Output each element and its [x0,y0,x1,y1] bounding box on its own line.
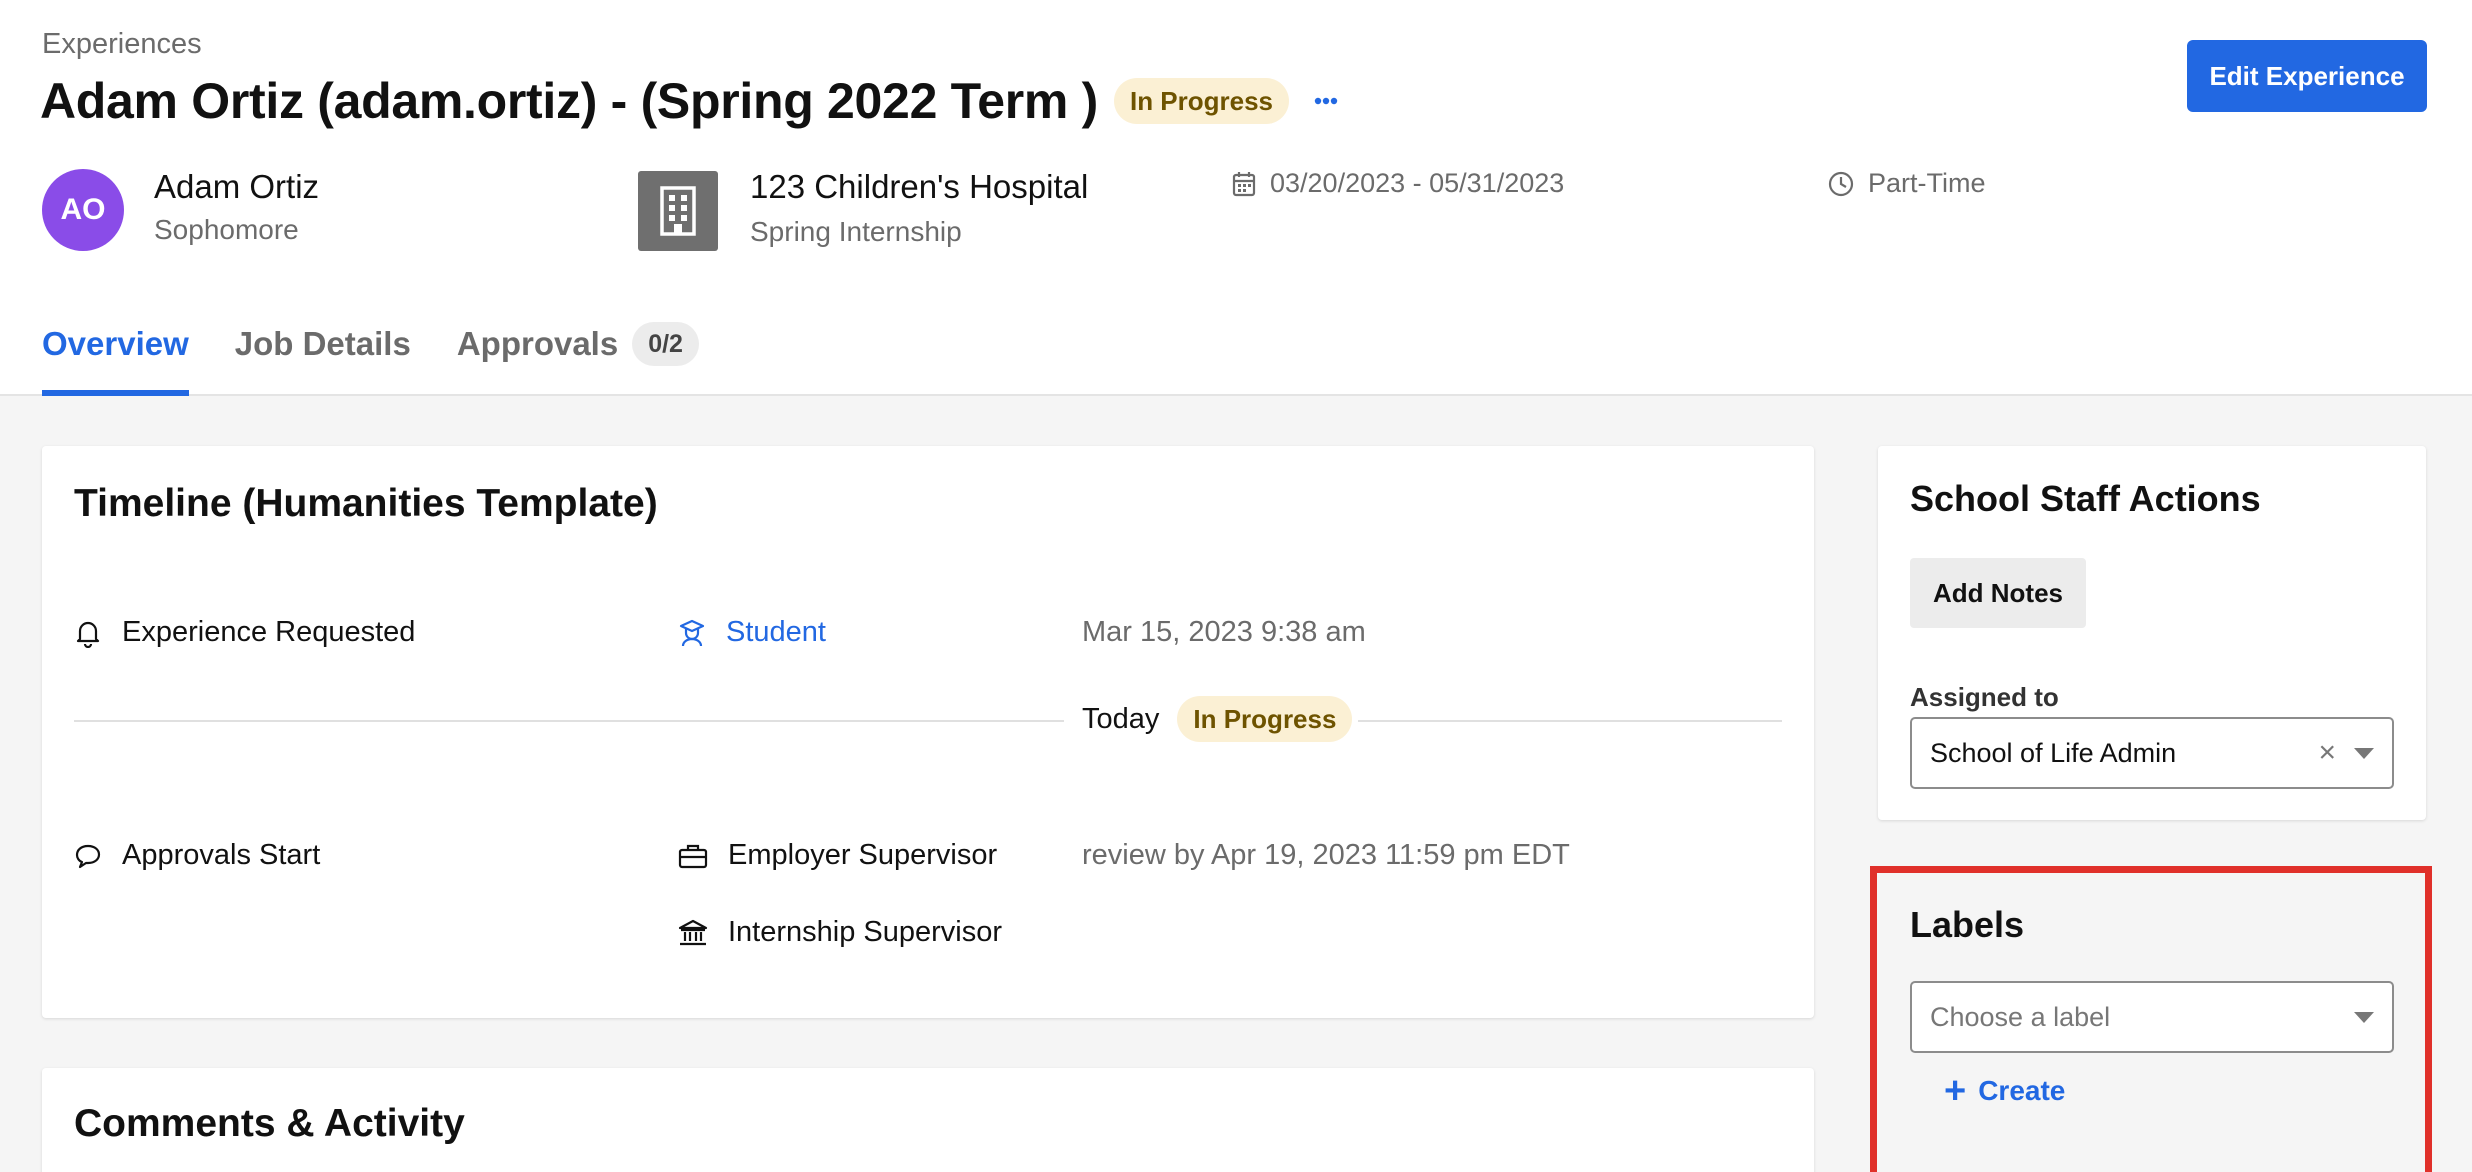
ellipsis-icon [1314,97,1338,105]
today-label: Today [1082,702,1160,735]
label-select[interactable]: Choose a label [1910,981,2394,1053]
chevron-down-icon [2354,747,2374,759]
timeline-title: Timeline (Humanities Template) [74,482,658,525]
avatar: AO [42,169,124,251]
bell-icon [76,621,100,648]
building-icon [638,171,718,251]
approver-label: Employer Supervisor [728,839,998,871]
timeline-event-requested: Experience Requested [74,616,415,649]
tab-label: Job Details [234,325,411,362]
comments-title: Comments & Activity [74,1102,465,1145]
event-label: Experience Requested [122,616,416,648]
date-range-text: 03/20/2023 - 05/31/2023 [1270,168,1565,198]
event-label: Approvals Start [122,839,321,871]
approval-due: review by Apr 19, 2023 11:59 pm EDT [1082,839,1570,871]
clock-icon [1828,171,1854,196]
assigned-to-value: School of Life Admin [1930,737,2177,768]
timeline-card: Timeline (Humanities Template) Experienc… [42,446,1814,1018]
clear-icon[interactable]: × [2318,738,2336,768]
status-badge: In Progress [1177,696,1353,742]
employer-name[interactable]: 123 Children's Hospital [750,168,1088,206]
edit-experience-button[interactable]: Edit Experience [2187,40,2427,112]
add-notes-button[interactable]: Add Notes [1910,558,2086,628]
student-name[interactable]: Adam Ortiz [154,168,319,206]
approver-label: Internship Supervisor [728,916,1003,948]
breadcrumb[interactable]: Experiences [42,28,202,61]
labels-title: Labels [1910,904,2025,945]
create-label-text: Create [1978,1075,2066,1106]
more-options-button[interactable] [1307,86,1345,116]
assigned-to-label: Assigned to [1910,682,2059,712]
comment-icon [75,844,101,868]
approver-internship: Internship Supervisor [678,916,1002,949]
schedule-text: Part-Time [1868,168,1986,198]
requested-by[interactable]: Student [678,616,826,649]
label-placeholder: Choose a label [1930,1001,2111,1032]
approvals-count-badge: 0/2 [632,322,699,366]
today-marker: Today In Progress [1082,696,1353,742]
requested-date: Mar 15, 2023 9:38 am [1082,616,1366,648]
institution-icon [678,919,708,945]
tab-label: Overview [42,325,189,362]
student-year: Sophomore [154,214,299,245]
tab-approvals[interactable]: Approvals 0/2 [457,318,699,396]
tab-bar: Overview Job Details Approvals 0/2 [42,318,745,396]
timeline-divider [1358,720,1782,722]
timeline-divider [74,720,1064,722]
comments-card: Comments & Activity [42,1068,1814,1172]
program-name: Spring Internship [750,216,962,247]
approver-employer: Employer Supervisor [678,839,997,872]
tab-overview[interactable]: Overview [42,318,189,396]
chevron-down-icon [2354,1011,2374,1023]
calendar-icon [1232,171,1256,196]
student-link[interactable]: Student [726,616,826,649]
staff-actions-title: School Staff Actions [1910,478,2261,519]
page-header: Experiences Adam Ortiz (adam.ortiz) - (S… [0,0,2472,396]
plus-icon: + [1944,1070,1967,1112]
title-row: Adam Ortiz (adam.ortiz) - (Spring 2022 T… [40,68,1345,134]
briefcase-icon [678,844,708,868]
schedule: Part-Time [1828,168,1986,199]
tab-job-details[interactable]: Job Details [235,318,411,396]
student-icon [679,619,705,646]
assigned-to-select[interactable]: School of Life Admin × [1910,717,2394,789]
page-title: Adam Ortiz (adam.ortiz) - (Spring 2022 T… [40,73,1098,129]
date-range: 03/20/2023 - 05/31/2023 [1232,168,1564,199]
tab-label: Approvals [456,325,619,362]
create-label-button[interactable]: + Create [1944,1072,2065,1110]
timeline-event-approvals: Approvals Start [74,839,320,872]
status-badge: In Progress [1113,78,1290,124]
